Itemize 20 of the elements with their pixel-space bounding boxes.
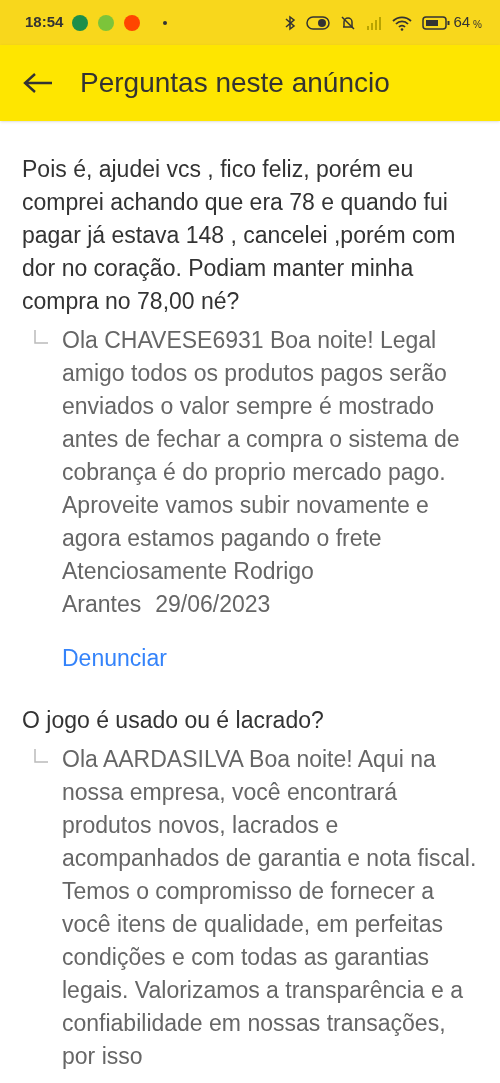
percent-sign: % xyxy=(473,18,482,32)
wifi-icon xyxy=(392,14,413,31)
bluetooth-icon xyxy=(284,14,297,31)
dot-icon xyxy=(163,20,168,25)
question-text: O jogo é usado ou é lacrado? xyxy=(22,705,325,735)
toggle-icon xyxy=(306,15,331,30)
battery-icon xyxy=(422,15,451,30)
answer-text: Ola CHAVESE6931 Boa noite! Legal amigo todos os produtos pagos serão enviados o valor sempre é mostrado antes de fechar a compra o sistema de cobrança é do proprio mercado pago. Aproveite vamos subir novamente e agora estamos pagando o frete Atenciosamente Rodrigo Arantes 29/06/2023 xyxy=(62,326,461,619)
answer-text: Ola AARDASILVA Boa noite! Aqui na nossa empresa, você encontrará produtos novos, lacrados e acompanhados de garantia e nota fiscal. Temos o compromisso de fornecer a você itens de qualidade, em perfeitas condições e com todas as garantias legais. Valorizamos a transparência e a confiabilidade em nossas transações, por isso xyxy=(62,744,478,1071)
muted-bell-icon xyxy=(340,14,357,31)
music-app-icon xyxy=(71,13,90,32)
signal-icon xyxy=(366,15,383,30)
report-link[interactable]: Denunciar xyxy=(62,641,167,676)
reply-connector-icon xyxy=(34,330,48,344)
battery-percent: 64 xyxy=(453,12,471,33)
reply-connector-icon xyxy=(34,748,48,763)
back-arrow-icon xyxy=(23,72,53,94)
status-time: 18:54 xyxy=(25,12,64,33)
question-text: Pois é, ajudei vcs , fico feliz, porém eu comprei achando que era 78 e quando fui pagar já estava 148 , cancelei ,porém com dor no coração. Podiam manter minha compra no 78,00 né? xyxy=(22,155,457,316)
page-title: Perguntas neste anúncio xyxy=(80,66,390,100)
